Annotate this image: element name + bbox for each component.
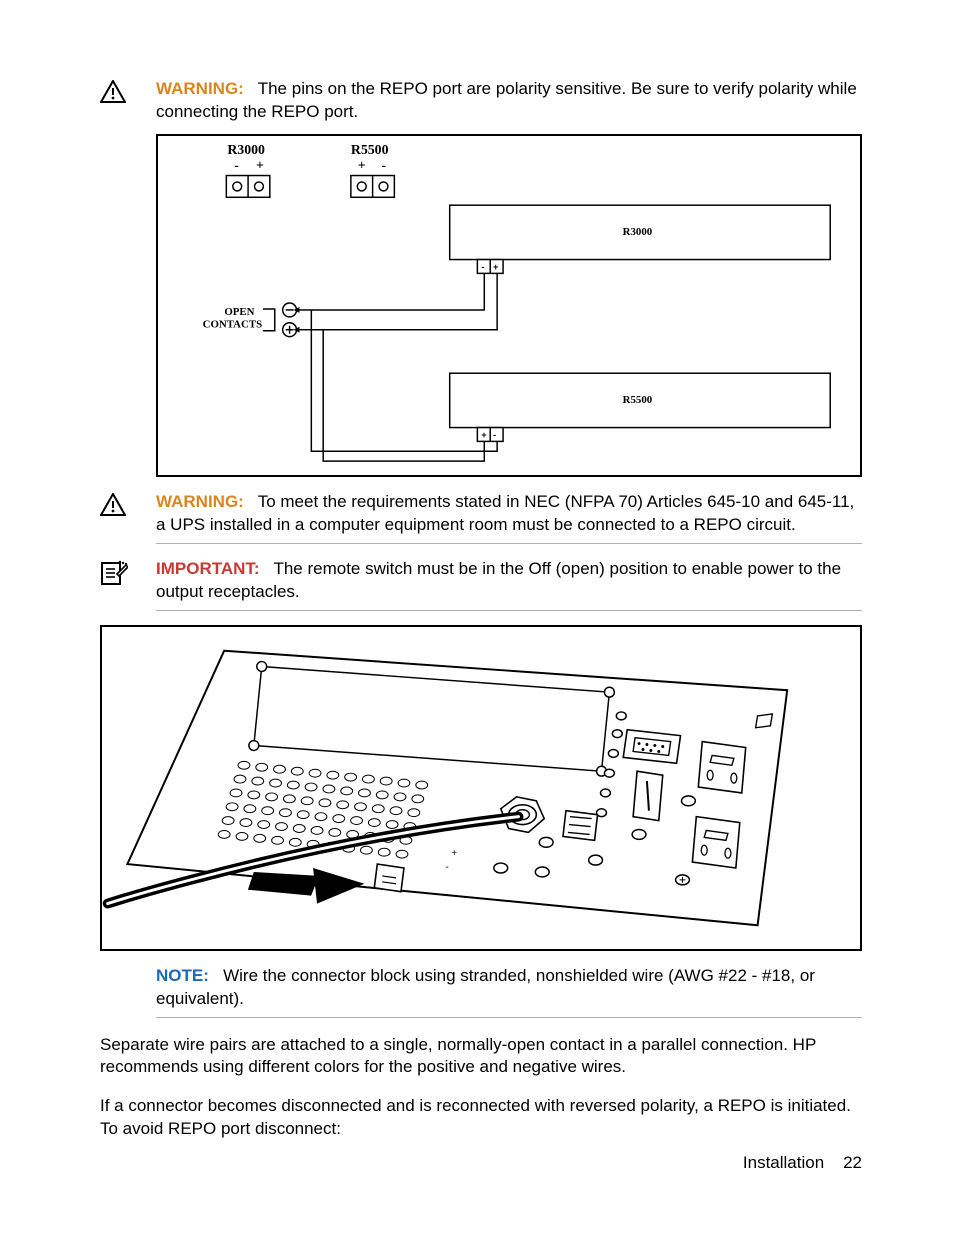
svg-text:-: -	[445, 862, 448, 873]
note-1-label: NOTE:	[156, 966, 209, 985]
diagram-r3000-top-label: R3000	[227, 142, 265, 157]
warning-1-callout: WARNING: The pins on the REPO port are p…	[100, 78, 862, 124]
rear-panel-diagram: + -	[100, 625, 862, 951]
polarity-diagram: R3000 R5500 - + + - R30	[156, 134, 862, 477]
footer-page: 22	[843, 1153, 862, 1172]
warning-triangle-icon	[100, 493, 126, 517]
diagram-r3000-minus: -	[234, 157, 239, 172]
note-1-text: Wire the connector block using stranded,…	[156, 966, 815, 1008]
note-1-callout: NOTE: Wire the connector block using str…	[100, 965, 862, 1011]
diagram-contacts-label: CONTACTS	[203, 319, 263, 331]
diagram-r3000-conn-minus: -	[481, 262, 484, 272]
warning-triangle-icon	[100, 80, 126, 104]
diagram-r5500-plus: +	[358, 157, 366, 172]
rule	[156, 610, 862, 611]
diagram-r5500-box-label: R5500	[623, 394, 653, 406]
body-paragraph-2: If a connector becomes disconnected and …	[100, 1095, 862, 1141]
footer-section: Installation	[743, 1153, 824, 1172]
warning-2-callout: WARNING: To meet the requirements stated…	[100, 491, 862, 537]
diagram-r5500-conn-plus: +	[481, 430, 486, 440]
diagram-r5500-minus: -	[382, 157, 387, 172]
warning-1-text: The pins on the REPO port are polarity s…	[156, 79, 857, 121]
svg-text:+: +	[451, 848, 457, 859]
important-1-callout: IMPORTANT: The remote switch must be in …	[100, 558, 862, 604]
page-footer: Installation 22	[743, 1152, 862, 1175]
rule	[156, 1017, 862, 1018]
rule	[156, 543, 862, 544]
diagram-r3000-box-label: R3000	[623, 226, 653, 238]
diagram-r5500-top-label: R5500	[351, 142, 389, 157]
diagram-r3000-plus: +	[256, 157, 264, 172]
diagram-r3000-conn-plus: +	[493, 262, 498, 272]
warning-1-label: WARNING:	[156, 79, 244, 98]
warning-2-text: To meet the requirements stated in NEC (…	[156, 492, 854, 534]
diagram-open-label: OPEN	[224, 306, 254, 318]
diagram-r5500-conn-minus: -	[493, 430, 496, 440]
important-1-label: IMPORTANT:	[156, 559, 260, 578]
important-note-icon	[100, 560, 128, 586]
warning-2-label: WARNING:	[156, 492, 244, 511]
body-paragraph-1: Separate wire pairs are attached to a si…	[100, 1034, 862, 1080]
